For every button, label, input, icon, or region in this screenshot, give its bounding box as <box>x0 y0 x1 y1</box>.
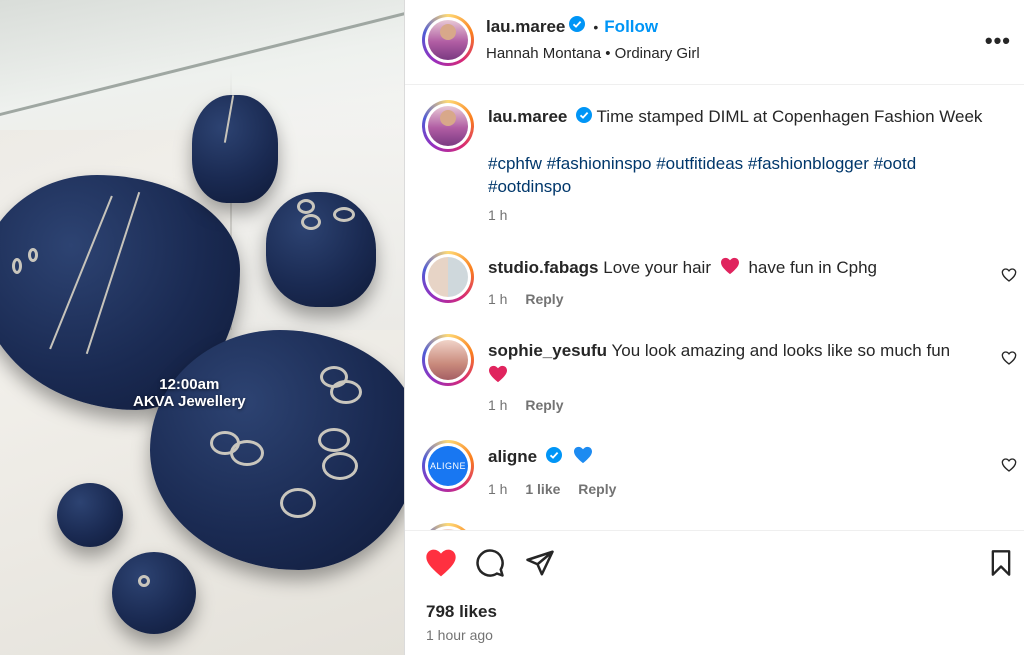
like-heart-icon[interactable] <box>425 548 457 580</box>
avatar-image <box>428 340 468 380</box>
avatar[interactable] <box>422 523 474 530</box>
caption-text: lau.maree Time stamped DIML at Copenhage… <box>488 105 988 129</box>
comment-body: Love your hair <box>603 258 711 277</box>
follow-button[interactable]: Follow <box>604 17 658 37</box>
share-paper-plane-icon[interactable] <box>525 548 557 580</box>
ring <box>280 488 316 518</box>
comment-time[interactable]: 1 h <box>488 481 507 497</box>
avatar-image <box>428 529 468 530</box>
post-sidebar: lau.maree • Follow Hannah Montana • Ordi… <box>404 0 1024 655</box>
comment-username[interactable]: sophie_yesufu <box>488 341 607 360</box>
comment-body: You look amazing and looks like so much … <box>611 341 951 360</box>
avatar[interactable] <box>422 100 474 152</box>
likes-count[interactable]: 798 likes <box>426 602 497 622</box>
ring <box>230 440 264 466</box>
photo-caption-brand: AKVA Jewellery <box>133 393 246 410</box>
like-comment-heart-icon[interactable] <box>1001 457 1017 473</box>
hashtags-line[interactable]: #ootdinspo <box>488 175 988 198</box>
display-stand-small-1 <box>57 483 123 547</box>
reply-button[interactable]: Reply <box>578 481 616 497</box>
avatar[interactable] <box>422 251 474 303</box>
caption-time[interactable]: 1 h <box>488 207 507 223</box>
comment-meta: 1 h 1 like Reply <box>488 481 630 497</box>
display-stand-tall <box>192 95 278 203</box>
comment-likes[interactable]: 1 like <box>525 481 560 497</box>
header-user-row: lau.maree • Follow <box>486 16 658 37</box>
avatar-image <box>428 20 468 60</box>
comment-meta: 1 h Reply <box>488 291 577 307</box>
avatar-image <box>428 257 468 297</box>
hashtags-line[interactable]: #cphfw #fashioninspo #outfitideas #fashi… <box>488 152 988 175</box>
verified-badge-icon <box>545 446 562 469</box>
reply-button[interactable]: Reply <box>525 397 563 413</box>
avatar[interactable] <box>422 334 474 386</box>
ring <box>330 380 362 404</box>
comment-time[interactable]: 1 h <box>488 291 507 307</box>
like-comment-heart-icon[interactable] <box>1001 350 1017 366</box>
post-time-ago[interactable]: 1 hour ago <box>426 627 493 643</box>
comment-bubble-icon[interactable] <box>475 548 507 580</box>
display-stand-large <box>150 330 404 570</box>
audio-label[interactable]: Hannah Montana • Ordinary Girl <box>486 45 700 62</box>
earring <box>138 575 150 587</box>
earring <box>28 248 38 262</box>
avatar-image <box>428 106 468 146</box>
caption-meta: 1 h <box>488 207 521 223</box>
post-dialog: 12:00am AKVA Jewellery lau.maree • Follo… <box>0 0 1024 655</box>
verified-badge-icon <box>576 106 593 129</box>
comment-body: have fun in Cphg <box>748 258 877 277</box>
reply-button[interactable]: Reply <box>525 291 563 307</box>
save-bookmark-icon[interactable] <box>987 548 1019 580</box>
more-options-icon[interactable]: ••• <box>985 28 1011 54</box>
post-photo[interactable]: 12:00am AKVA Jewellery <box>0 0 404 655</box>
avatar-image: ALIGNE <box>428 446 468 486</box>
display-stand-small-2 <box>112 552 196 634</box>
photo-caption-time: 12:00am <box>159 376 220 393</box>
ring <box>318 428 350 452</box>
ring <box>322 452 358 480</box>
post-actions: 798 likes 1 hour ago <box>405 532 1024 655</box>
comment-time[interactable]: 1 h <box>488 397 507 413</box>
red-heart-emoji-icon <box>720 257 740 281</box>
earring <box>12 258 22 274</box>
caption-body: Time stamped DIML at Copenhagen Fashion … <box>596 107 983 126</box>
red-heart-emoji-icon <box>488 365 988 389</box>
comment-meta: 1 h Reply <box>488 397 577 413</box>
avatar[interactable] <box>422 14 474 66</box>
comments-list[interactable]: lau.maree Time stamped DIML at Copenhage… <box>405 86 1024 531</box>
comment-text: studio.fabags Love your hair have fun in… <box>488 256 988 281</box>
header-username[interactable]: lau.maree <box>486 17 565 37</box>
verified-badge-icon <box>569 16 586 37</box>
post-header: lau.maree • Follow Hannah Montana • Ordi… <box>405 0 1024 85</box>
ring <box>301 214 321 230</box>
ring <box>333 207 355 222</box>
separator-dot: • <box>593 18 599 35</box>
like-comment-heart-icon[interactable] <box>1001 267 1017 283</box>
comment-text: sophie_yesufu You look amazing and looks… <box>488 339 988 389</box>
comment-username[interactable]: aligne <box>488 447 537 466</box>
avatar[interactable]: ALIGNE <box>422 440 474 492</box>
photo-caption: 12:00am AKVA Jewellery <box>133 376 246 410</box>
comment-text: aligne <box>488 445 988 470</box>
blue-heart-emoji-icon <box>573 446 593 470</box>
ring <box>297 199 315 214</box>
comment-username[interactable]: studio.fabags <box>488 258 599 277</box>
caption-hashtags[interactable]: #cphfw #fashioninspo #outfitideas #fashi… <box>488 152 988 198</box>
display-stand-ring-holder <box>266 192 376 307</box>
caption-username[interactable]: lau.maree <box>488 107 567 126</box>
